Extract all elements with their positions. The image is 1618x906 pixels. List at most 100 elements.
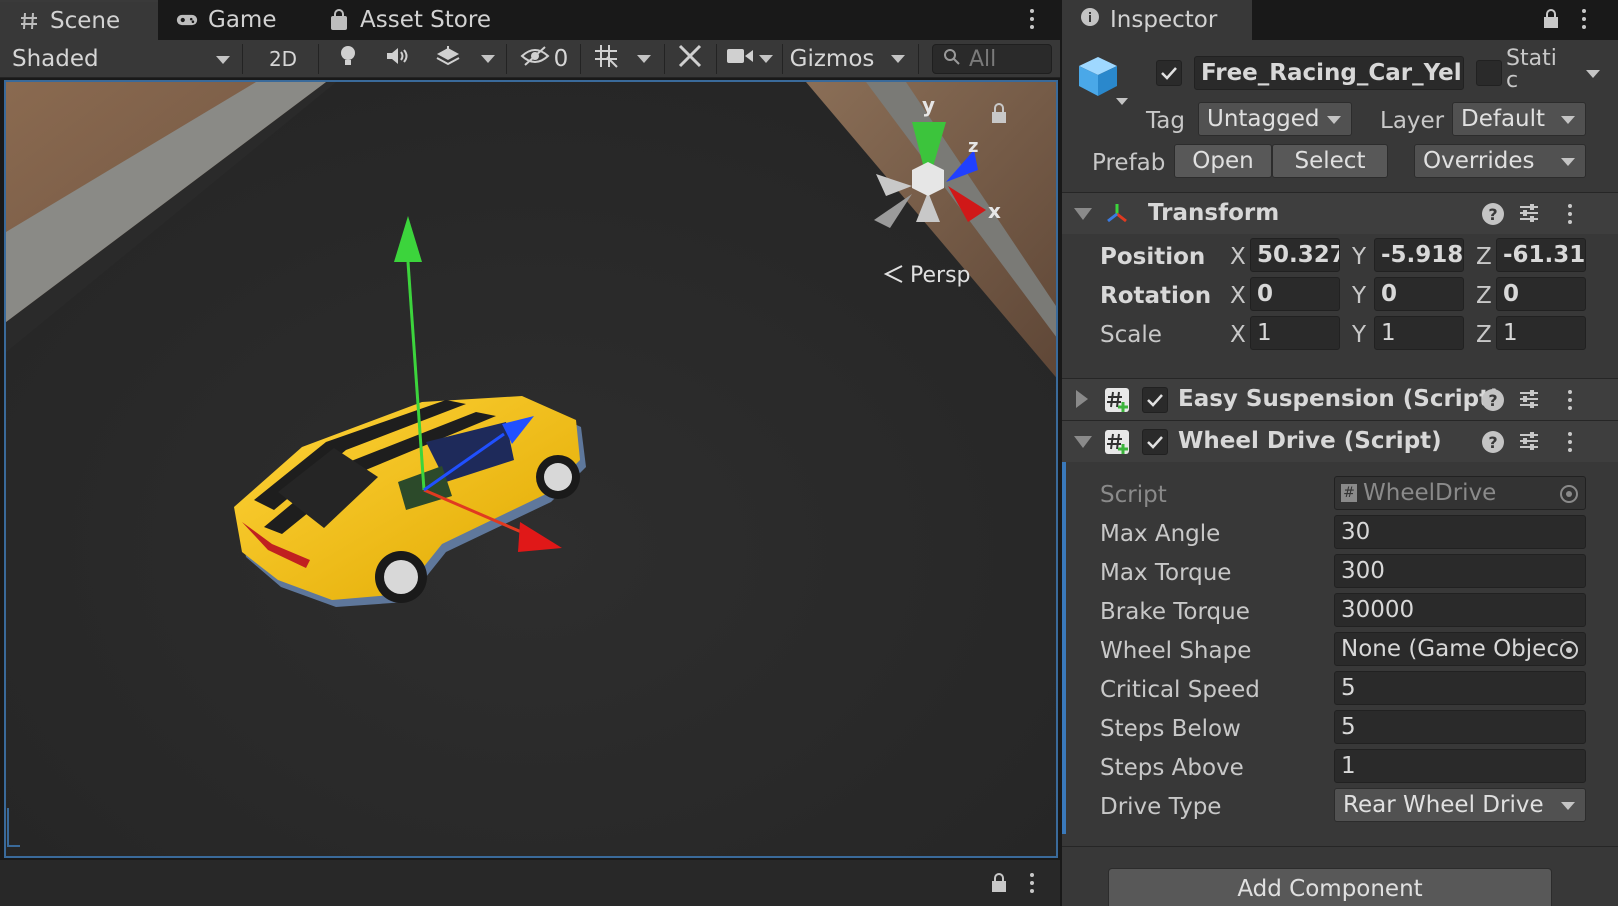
rotation-z-axis: Z [1476, 283, 1492, 309]
rotation-y-input[interactable]: 0 [1374, 277, 1464, 311]
transform-header[interactable]: Transform ? [1062, 192, 1618, 234]
chevron-down-icon [637, 55, 651, 63]
wheel-drive-more-icon[interactable] [1560, 427, 1580, 457]
layer-value: Default [1461, 106, 1546, 132]
easy-suspension-more-icon[interactable] [1560, 385, 1580, 415]
script-icon [1104, 429, 1130, 461]
check-icon [1147, 436, 1163, 449]
presets-icon[interactable] [1518, 430, 1540, 458]
critical-speed-label: Critical Speed [1100, 677, 1260, 703]
more-icon[interactable] [1022, 868, 1042, 898]
add-component-button[interactable]: Add Component [1108, 868, 1552, 906]
steps-above-input[interactable]: 1 [1334, 749, 1586, 783]
help-icon[interactable]: ? [1482, 431, 1504, 453]
tag-value: Untagged [1207, 106, 1320, 132]
scale-y-input[interactable]: 1 [1374, 316, 1464, 350]
chevron-down-icon[interactable] [1116, 98, 1128, 105]
expand-icon[interactable] [1076, 390, 1088, 408]
help-icon[interactable]: ? [1482, 389, 1504, 411]
2d-toggle-button[interactable]: 2D [258, 40, 308, 78]
position-x-input[interactable]: 50.327 [1250, 238, 1340, 272]
active-checkbox[interactable] [1156, 60, 1182, 86]
grid-toggle-button[interactable] [586, 40, 626, 78]
wheel-drive-header[interactable]: Wheel Drive (Script) ? [1062, 420, 1618, 462]
draw-mode-dropdown[interactable]: Shaded [0, 40, 240, 78]
gizmos-button[interactable]: Gizmos [786, 40, 878, 78]
position-z-input[interactable]: -61.318 [1496, 238, 1586, 272]
camera-dropdown[interactable] [754, 40, 778, 78]
lock-icon[interactable] [990, 872, 1008, 900]
wheel-shape-field[interactable]: None (Game Object [1334, 632, 1586, 666]
max-torque-input[interactable]: 300 [1334, 554, 1586, 588]
projection-label[interactable]: Persp [910, 263, 971, 288]
tools-toggle-button[interactable] [670, 40, 710, 78]
effects-dropdown[interactable] [476, 40, 500, 78]
rotation-x-axis: X [1230, 283, 1246, 309]
prefab-select-button[interactable]: Select [1272, 144, 1388, 178]
critical-speed-input[interactable]: 5 [1334, 671, 1586, 705]
position-y-input[interactable]: -5.918 [1374, 238, 1464, 272]
audio-toggle-button[interactable] [378, 40, 418, 78]
scene-search-input[interactable]: All [932, 44, 1052, 74]
chevron-down-icon[interactable] [1586, 70, 1600, 78]
steps-below-label: Steps Below [1100, 716, 1241, 742]
tag-dropdown[interactable]: Untagged [1198, 102, 1352, 136]
lighting-toggle-button[interactable] [328, 40, 368, 78]
max-angle-input[interactable]: 30 [1334, 515, 1586, 549]
static-label: Stati [1506, 46, 1557, 71]
tab-scene-label: Scene [50, 8, 121, 34]
toolbar-divider [716, 44, 717, 74]
easy-suspension-header[interactable]: Easy Suspension (Script) ? [1062, 378, 1618, 420]
effects-toggle-button[interactable] [428, 40, 468, 78]
scale-z-axis: Z [1476, 322, 1492, 348]
rotation-y-value: 0 [1381, 281, 1398, 307]
object-name-input[interactable]: Free_Racing_Car_Yello [1194, 56, 1464, 90]
scene-more-icon[interactable] [1022, 4, 1042, 34]
tools-icon [677, 43, 703, 75]
scene-viewport[interactable]: y z x Persp [4, 80, 1058, 858]
position-z-axis: Z [1476, 244, 1492, 270]
help-icon[interactable]: ? [1482, 203, 1504, 225]
grid-icon [593, 43, 619, 75]
static-checkbox[interactable] [1476, 60, 1502, 86]
tab-inspector[interactable]: Inspector [1062, 0, 1252, 40]
prefab-overrides-dropdown[interactable]: Overrides [1414, 144, 1586, 178]
inspector-more-icon[interactable] [1574, 4, 1594, 34]
static-label-wrap: c [1506, 72, 1519, 88]
chevron-down-icon [1327, 116, 1341, 124]
brake-torque-input[interactable]: 30000 [1334, 593, 1586, 627]
tab-scene[interactable]: Scene [0, 0, 158, 40]
video-camera-icon [726, 46, 754, 72]
presets-icon[interactable] [1518, 388, 1540, 416]
hidden-objects-toggle[interactable]: 0 [514, 40, 574, 78]
chevron-down-icon [1561, 802, 1575, 810]
position-y-axis: Y [1352, 244, 1367, 270]
speaker-icon [385, 45, 411, 73]
tab-game[interactable]: Game [158, 0, 294, 40]
prefab-open-button[interactable]: Open [1174, 144, 1272, 178]
easy-suspension-enabled-checkbox[interactable] [1142, 387, 1168, 413]
drive-type-dropdown[interactable]: Rear Wheel Drive [1334, 788, 1586, 822]
layer-dropdown[interactable]: Default [1452, 102, 1586, 136]
expand-icon[interactable] [1074, 208, 1092, 220]
steps-below-input[interactable]: 5 [1334, 710, 1586, 744]
object-picker-icon[interactable] [1559, 484, 1579, 509]
scene-tab-bar: Scene Game Asset Store [0, 0, 1060, 40]
rotation-x-input[interactable]: 0 [1250, 277, 1340, 311]
object-picker-icon[interactable] [1559, 640, 1579, 665]
scale-x-input[interactable]: 1 [1250, 316, 1340, 350]
lock-icon[interactable] [1542, 8, 1560, 36]
gamepad-icon [176, 9, 198, 31]
expand-icon[interactable] [1074, 436, 1092, 448]
presets-icon[interactable] [1518, 202, 1540, 230]
rotation-z-input[interactable]: 0 [1496, 277, 1586, 311]
grid-dropdown[interactable] [632, 40, 656, 78]
wheel-shape-value: None (Game Object [1341, 636, 1568, 662]
camera-settings-button[interactable] [722, 40, 758, 78]
gizmos-dropdown[interactable] [886, 40, 910, 78]
wheel-drive-enabled-checkbox[interactable] [1142, 429, 1168, 455]
scale-z-input[interactable]: 1 [1496, 316, 1586, 350]
tab-asset-store[interactable]: Asset Store [310, 0, 509, 40]
transform-more-icon[interactable] [1560, 199, 1580, 229]
script-label: Script [1100, 482, 1167, 508]
